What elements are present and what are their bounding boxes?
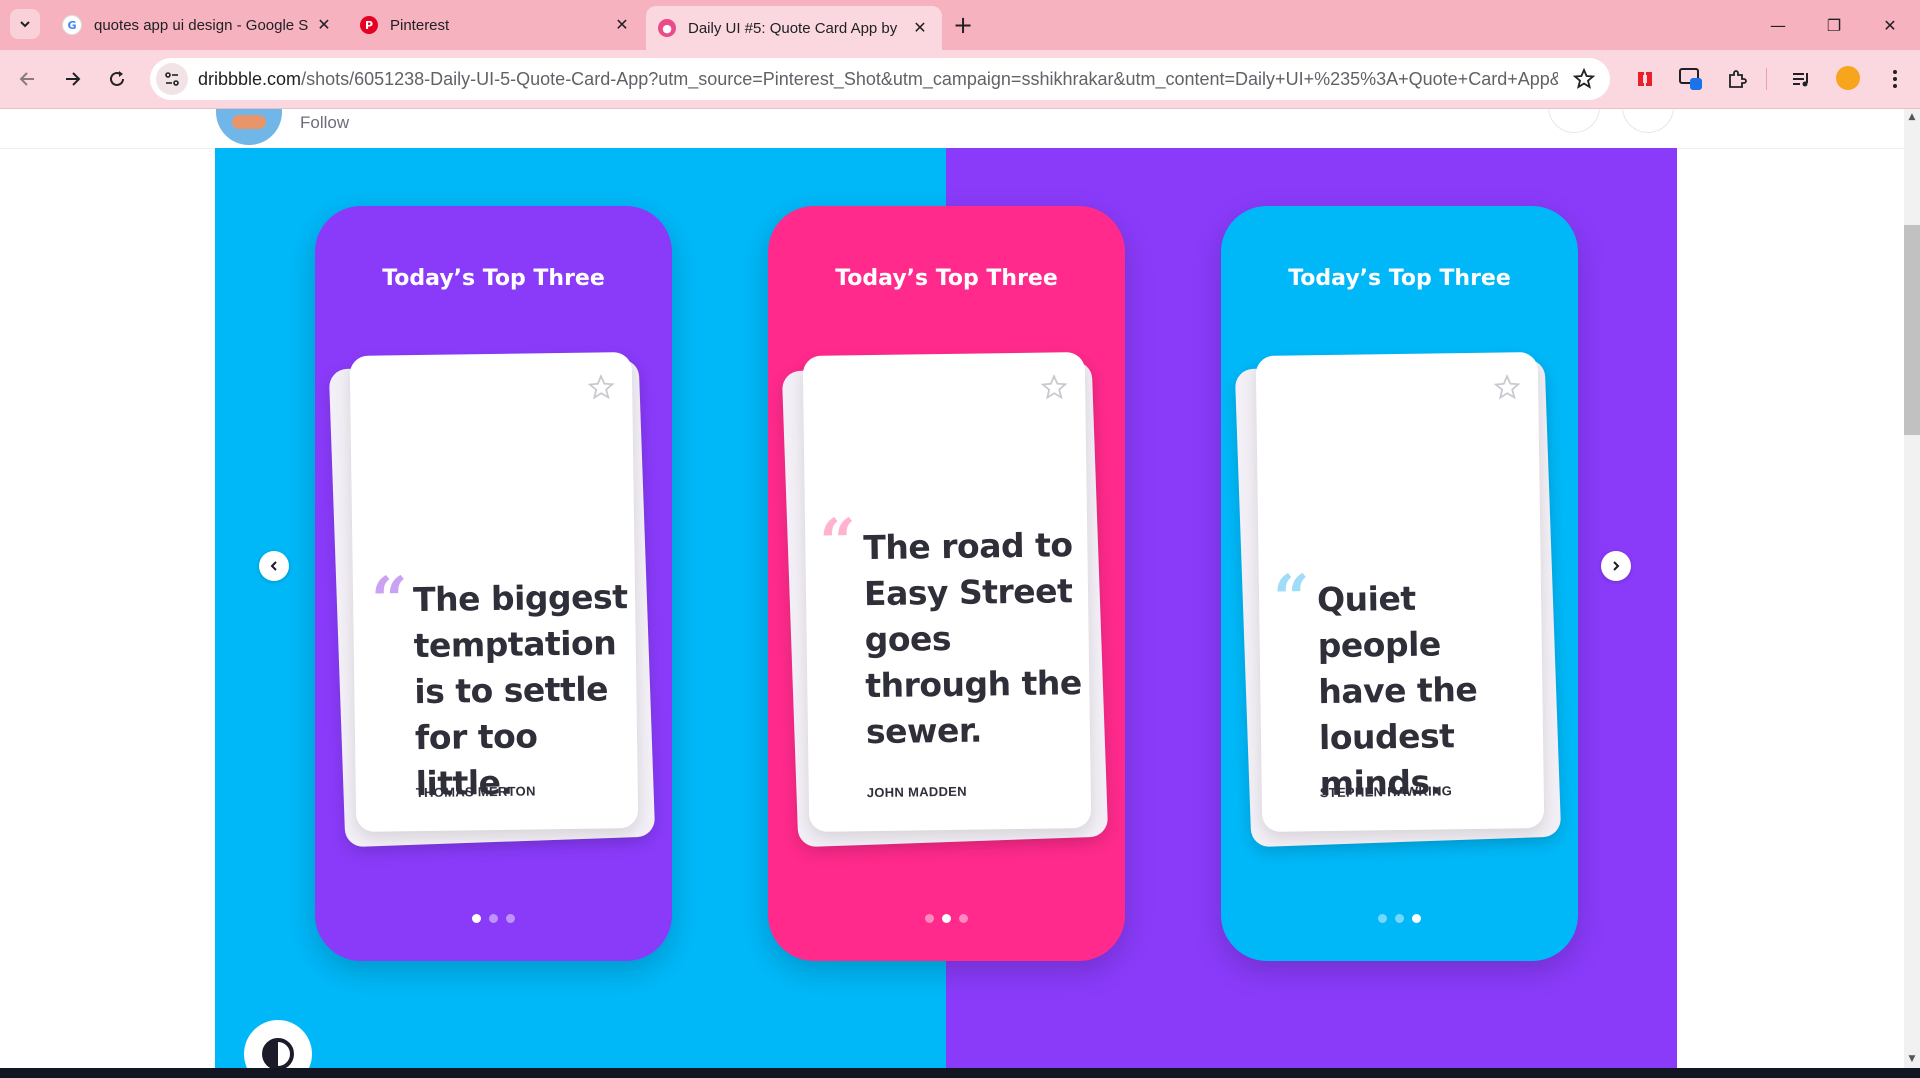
save-button[interactable]	[1622, 109, 1674, 133]
close-window-button[interactable]: ✕	[1862, 0, 1918, 50]
screen-heading: Today’s Top Three	[1288, 266, 1511, 291]
scrollbar-thumb[interactable]	[1904, 225, 1920, 435]
contrast-icon	[262, 1038, 294, 1068]
reload-button[interactable]	[101, 63, 133, 95]
page-indicator	[315, 914, 672, 923]
quote-screen-1: Today’s Top Three “ The biggest temptati…	[315, 206, 672, 961]
close-tab-icon[interactable]: ✕	[314, 15, 334, 35]
bottom-edge	[0, 1068, 1920, 1078]
star-icon[interactable]	[1039, 372, 1069, 402]
quote-author: STEPHEN HAWKING	[1319, 783, 1453, 801]
screen-heading: Today’s Top Three	[382, 266, 605, 291]
tab-pinterest[interactable]: P Pinterest ✕	[348, 6, 644, 44]
screen-heading: Today’s Top Three	[835, 266, 1058, 291]
tab-strip: G quotes app ui design - Google S ✕ P Pi…	[0, 0, 1920, 50]
bookmark-star-icon[interactable]	[1572, 67, 1596, 91]
url-text[interactable]: dribbble.com/shots/6051238-Daily-UI-5-Qu…	[198, 69, 1558, 90]
quote-card[interactable]: “ Quiet people have the loudest minds. S…	[1255, 352, 1545, 832]
profile-avatar[interactable]	[1836, 66, 1860, 90]
quote-mark-icon: “	[818, 505, 857, 581]
like-button[interactable]	[1548, 109, 1600, 133]
scroll-down-arrow[interactable]: ▼	[1904, 1054, 1920, 1068]
page-indicator	[768, 914, 1125, 923]
page-dot[interactable]	[942, 914, 951, 923]
quote-author: JOHN MADDEN	[866, 783, 967, 801]
menu-kebab-icon[interactable]	[1882, 66, 1908, 92]
chevron-right-icon	[1613, 561, 1620, 571]
quote-author: THOMAS MERTON	[415, 783, 536, 801]
extension-screen-icon[interactable]	[1678, 66, 1704, 92]
forward-button[interactable]	[56, 63, 88, 95]
reload-icon	[110, 71, 124, 86]
star-icon[interactable]	[586, 372, 616, 402]
page-indicator	[1221, 914, 1578, 923]
previous-button[interactable]	[259, 551, 289, 581]
quote-text: Quiet people have the loudest minds.	[1316, 578, 1478, 804]
restore-button[interactable]: ❐	[1806, 0, 1862, 50]
tab-title: quotes app ui design - Google S	[94, 16, 309, 34]
tab-title: Daily UI #5: Quote Card App by	[688, 19, 898, 37]
media-control-icon[interactable]	[1788, 66, 1814, 92]
star-icon[interactable]	[1492, 372, 1522, 402]
quote-screen-3: Today’s Top Three “ Quiet people have th…	[1221, 206, 1578, 961]
pinterest-icon: P	[360, 16, 378, 34]
page-dot[interactable]	[506, 914, 515, 923]
page-dot[interactable]	[959, 914, 968, 923]
toolbar-divider	[1766, 68, 1767, 90]
quote-card[interactable]: “ The biggest temptation is to settle fo…	[349, 352, 639, 832]
back-button[interactable]	[12, 63, 44, 95]
tab-search-button[interactable]	[10, 9, 40, 39]
quote-card[interactable]: “ The road to Easy Street goes through t…	[802, 352, 1092, 832]
chevron-left-icon	[270, 561, 277, 571]
google-icon: G	[62, 15, 82, 35]
quote-screen-2: Today’s Top Three “ The road to Easy Str…	[768, 206, 1125, 961]
page-dot[interactable]	[1378, 914, 1387, 923]
page-dot[interactable]	[472, 914, 481, 923]
tab-dribbble[interactable]: ● Daily UI #5: Quote Card App by ✕	[646, 6, 942, 50]
page-dot[interactable]	[1412, 914, 1421, 923]
shot-header: Follow	[0, 109, 1904, 149]
url-host: dribbble.com	[198, 68, 302, 89]
close-tab-icon[interactable]: ✕	[612, 15, 632, 35]
close-tab-icon[interactable]: ✕	[910, 18, 930, 38]
dribbble-icon: ●	[658, 19, 676, 37]
extension-red-icon[interactable]	[1632, 66, 1658, 92]
tab-title: Pinterest	[390, 16, 450, 34]
quote-mark-icon: “	[370, 563, 409, 639]
minimize-button[interactable]: —	[1750, 0, 1806, 50]
arrow-left-icon	[19, 72, 34, 86]
browser-toolbar: dribbble.com/shots/6051238-Daily-UI-5-Qu…	[0, 50, 1920, 109]
quote-text: The road to Easy Street goes through the…	[863, 525, 1083, 752]
page-dot[interactable]	[489, 914, 498, 923]
arrow-right-icon	[66, 72, 81, 86]
designer-avatar[interactable]	[216, 109, 282, 145]
chevron-down-icon	[20, 21, 30, 28]
scroll-up-arrow[interactable]: ▲	[1904, 112, 1920, 126]
tab-google-search[interactable]: G quotes app ui design - Google S ✕	[50, 6, 346, 44]
shot-image: Today’s Top Three “ The biggest temptati…	[215, 148, 1677, 1068]
page-dot[interactable]	[925, 914, 934, 923]
page-dot[interactable]	[1395, 914, 1404, 923]
extensions-puzzle-icon[interactable]	[1724, 66, 1750, 92]
quote-mark-icon: “	[1272, 561, 1311, 637]
new-tab-button[interactable]: +	[950, 12, 976, 38]
quote-text: The biggest temptation is to settle for …	[412, 577, 628, 804]
follow-button[interactable]: Follow	[300, 113, 349, 133]
site-info-icon[interactable]	[156, 63, 188, 95]
url-path: /shots/6051238-Daily-UI-5-Quote-Card-App…	[301, 68, 1558, 89]
address-bar[interactable]: dribbble.com/shots/6051238-Daily-UI-5-Qu…	[150, 58, 1610, 100]
next-button[interactable]	[1601, 551, 1631, 581]
